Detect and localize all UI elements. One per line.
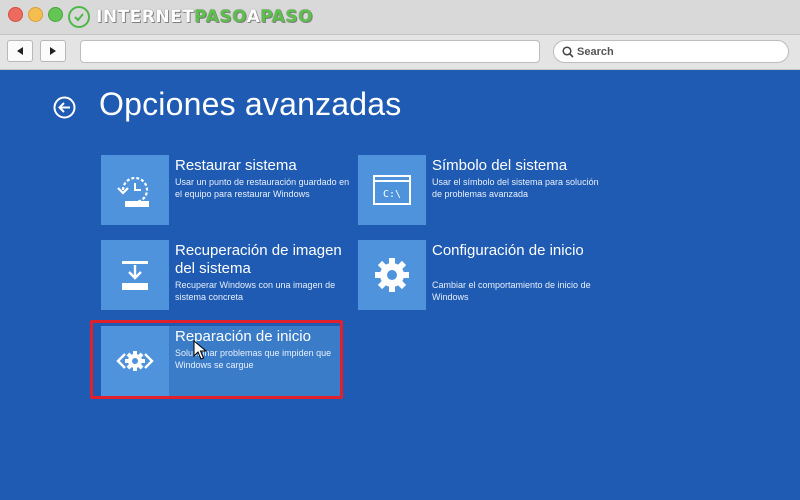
- title-bar: INTERNETPASOAPASO: [0, 0, 800, 35]
- command-prompt-icon: C:\: [373, 175, 411, 205]
- command-prompt-text: C:\: [383, 189, 401, 200]
- back-button[interactable]: [7, 40, 33, 62]
- forward-button[interactable]: [40, 40, 66, 62]
- option-description: Usar un punto de restauración guardado e…: [175, 177, 350, 199]
- browser-window: INTERNETPASOAPASO Search Opciones avanza…: [0, 0, 800, 500]
- search-input[interactable]: Search: [553, 40, 789, 63]
- mouse-cursor-icon: [193, 340, 207, 360]
- option-description: Recuperar Windows con una imagen de sist…: [175, 280, 336, 302]
- browser-toolbar: Search: [0, 35, 800, 70]
- back-arrow-icon[interactable]: [53, 96, 76, 119]
- triangle-left-icon: [17, 47, 23, 55]
- page-title: Opciones avanzadas: [99, 86, 402, 122]
- site-logo: INTERNETPASOAPASO: [68, 3, 313, 31]
- option-description: Usar el símbolo del sistema para solució…: [432, 177, 599, 199]
- option-recuperacion-imagen[interactable]: Recuperación de imagen del sistema Recup…: [101, 240, 342, 312]
- option-tile: [358, 240, 426, 310]
- close-window-button[interactable]: [8, 7, 23, 22]
- option-tile: C:\: [358, 155, 426, 225]
- option-restaurar-sistema[interactable]: Restaurar sistema Usar un punto de resta…: [101, 155, 349, 227]
- highlight-box: [90, 320, 343, 399]
- option-title: Recuperación de imagen del sistema: [175, 242, 342, 277]
- option-title: Configuración de inicio: [432, 242, 584, 259]
- gear-icon: [375, 258, 409, 292]
- option-configuracion-inicio[interactable]: Configuración de inicio Cambiar el compo…: [358, 240, 598, 312]
- triangle-right-icon: [50, 47, 56, 55]
- option-description: Cambiar el comportamiento de inicio de W…: [432, 280, 591, 302]
- search-placeholder: Search: [577, 45, 614, 58]
- maximize-window-button[interactable]: [48, 7, 63, 22]
- minimize-window-button[interactable]: [28, 7, 43, 22]
- logo-check-icon: [68, 6, 90, 28]
- address-bar[interactable]: [80, 40, 540, 63]
- option-title: Restaurar sistema: [175, 157, 297, 174]
- option-tile: [101, 155, 169, 225]
- search-icon: [562, 45, 574, 58]
- recovery-screen: Opciones avanzadas Restaurar sistema Usa…: [0, 70, 800, 500]
- logo-text: INTERNETPASOAPASO: [96, 7, 314, 27]
- system-image-icon: [122, 261, 148, 290]
- option-simbolo-del-sistema[interactable]: C:\ Símbolo del sistema Usar el símbolo …: [358, 155, 599, 227]
- option-tile: [101, 240, 169, 310]
- option-title: Símbolo del sistema: [432, 157, 568, 174]
- restore-icon: [117, 176, 149, 207]
